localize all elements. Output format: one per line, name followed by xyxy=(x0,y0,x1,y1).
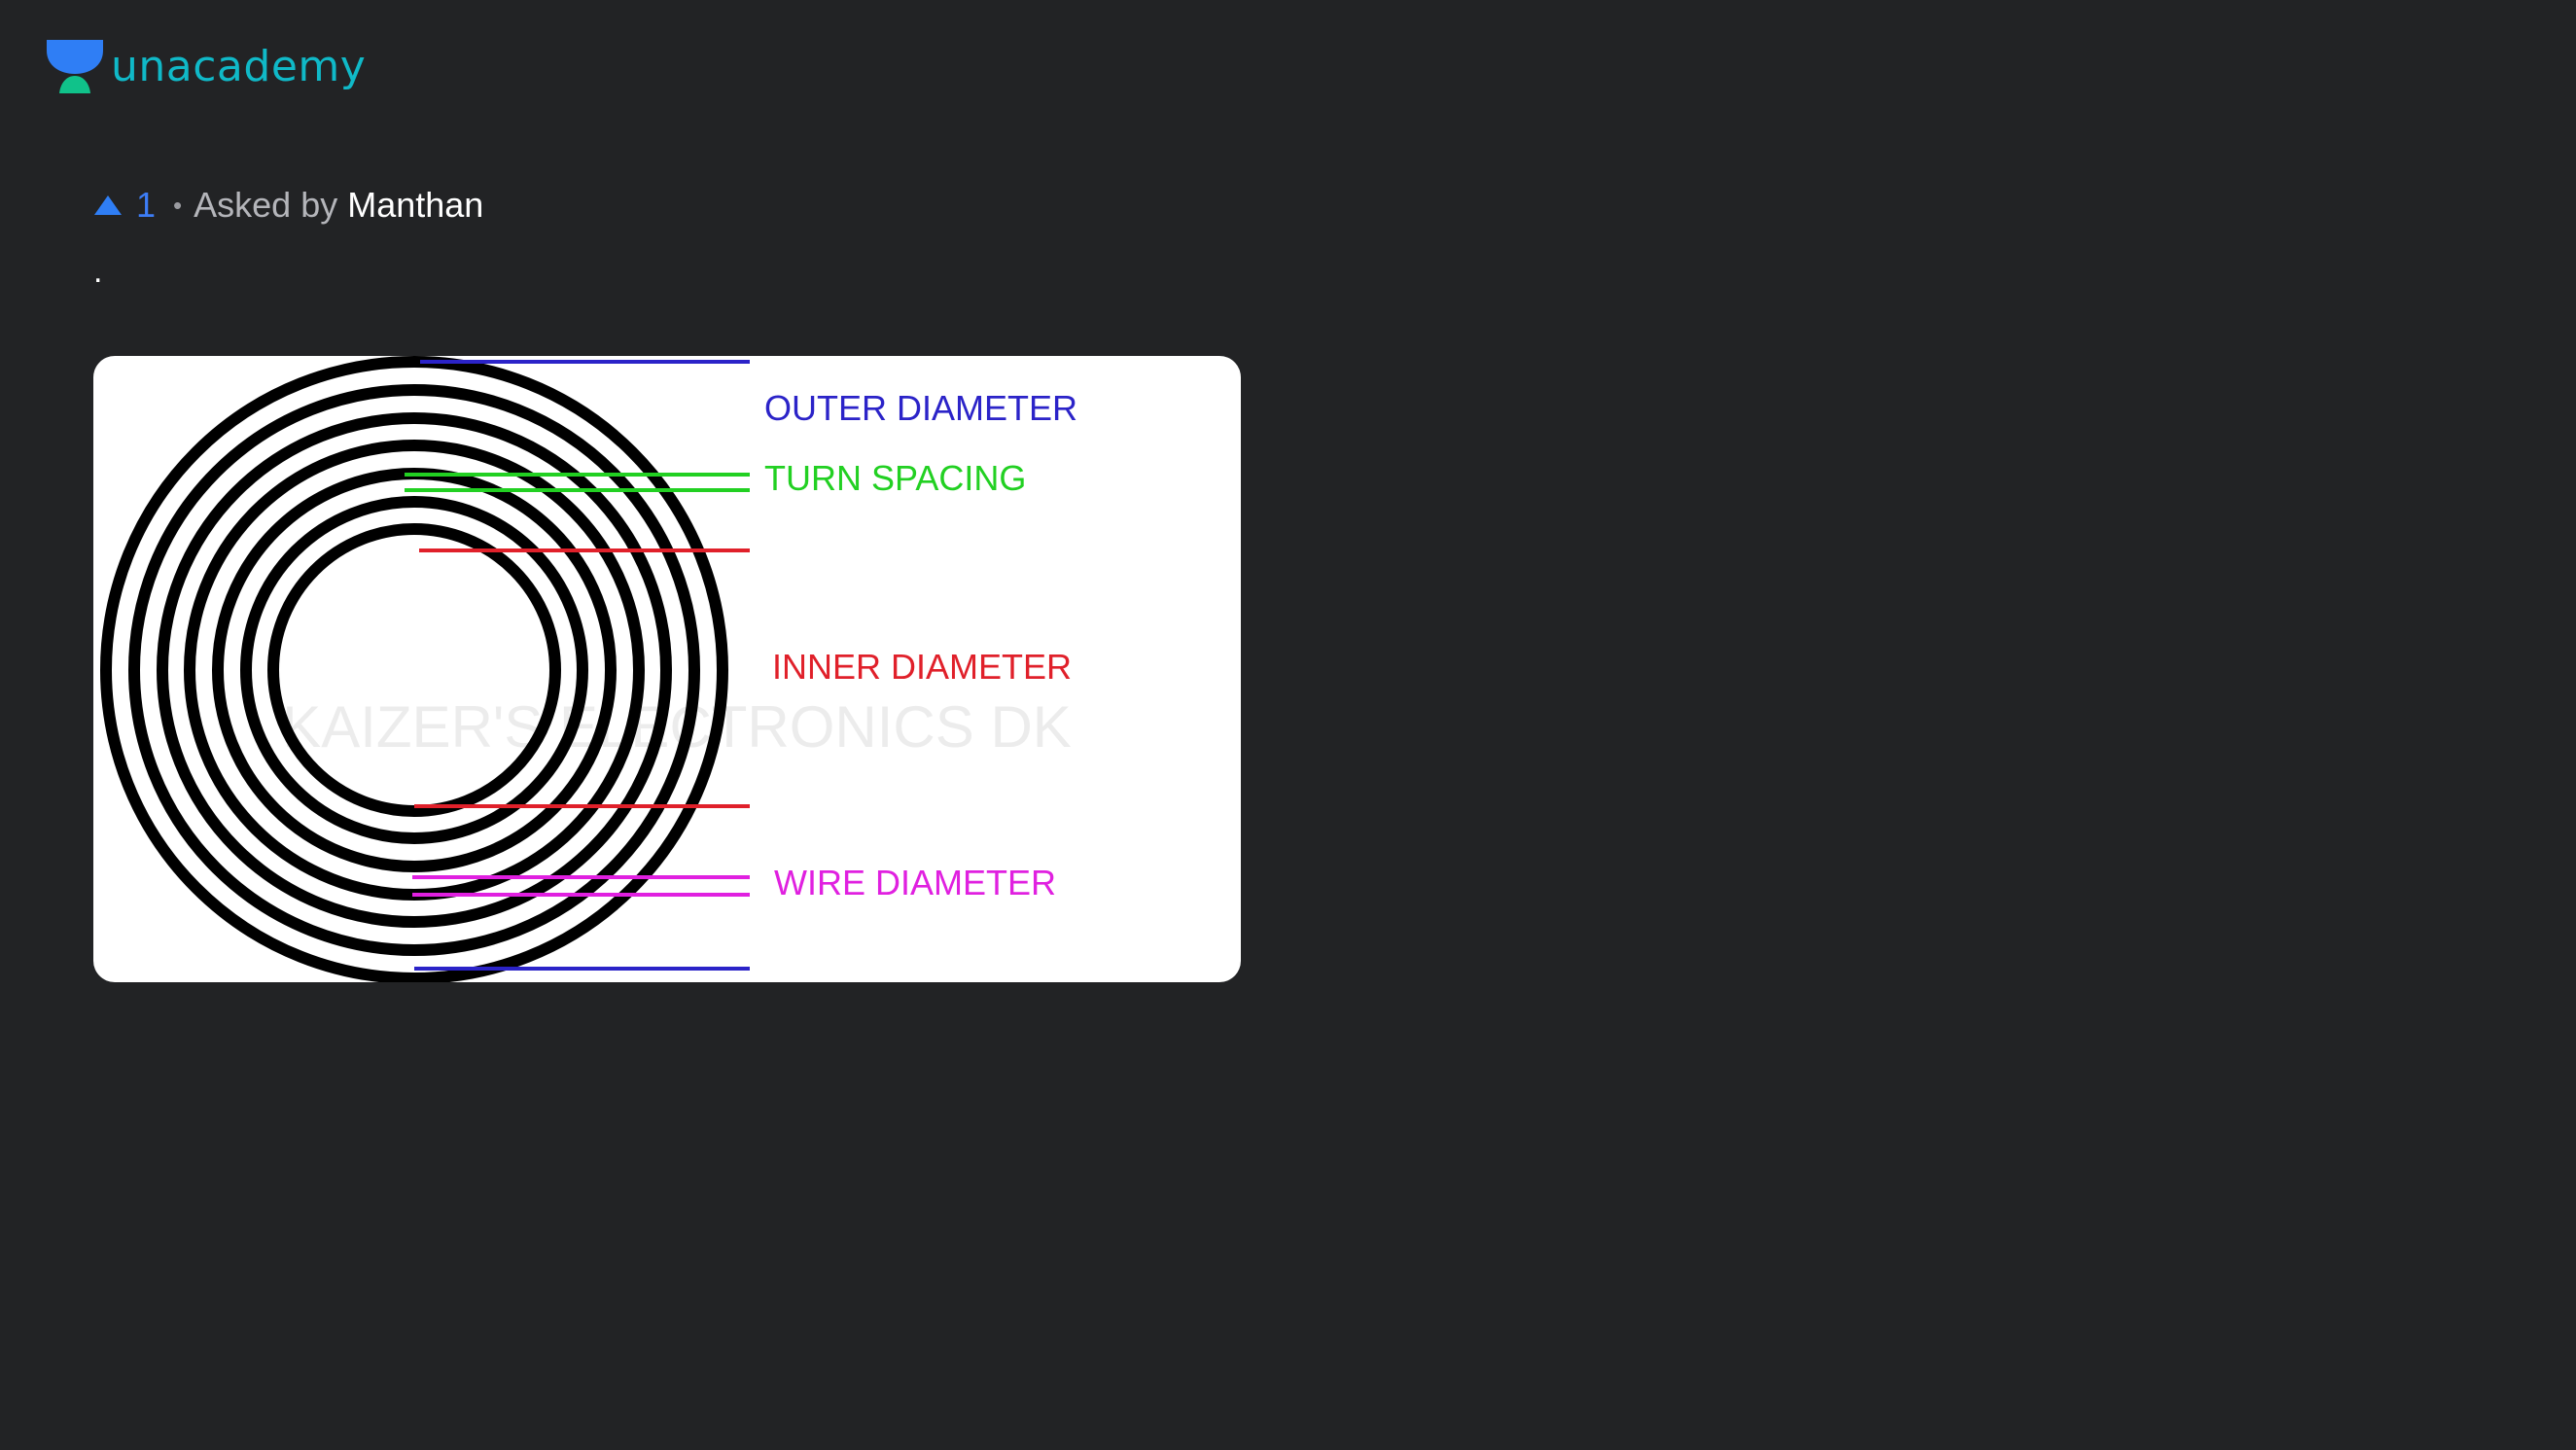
meta-separator: • xyxy=(173,191,183,220)
asker-name[interactable]: Manthan xyxy=(347,188,483,223)
outer-diameter-label: OUTER DIAMETER xyxy=(764,388,1077,428)
turn-spacing-label: TURN SPACING xyxy=(764,458,1026,498)
question-text: . xyxy=(93,253,103,290)
inner-diameter-label: INNER DIAMETER xyxy=(772,647,1072,687)
asked-by-label: Asked by xyxy=(194,185,338,225)
question-image[interactable]: KAIZER'S ELECTRONICS DK OUTER DIAMETER T… xyxy=(93,356,1241,982)
spiral-coil-diagram: KAIZER'S ELECTRONICS DK OUTER DIAMETER T… xyxy=(100,356,1077,982)
upvote-count: 1 xyxy=(136,185,157,225)
page: unacademy 1 • Asked by Manthan . KAIZER'… xyxy=(0,0,2576,1450)
brand-name: unacademy xyxy=(111,42,367,91)
coil-rings xyxy=(100,356,728,982)
unacademy-logo[interactable]: unacademy xyxy=(45,37,366,97)
upvote-triangle-icon[interactable] xyxy=(93,194,123,217)
unacademy-logo-icon xyxy=(47,40,103,93)
question-meta: 1 • Asked by Manthan xyxy=(93,188,483,223)
wire-diameter-label: WIRE DIAMETER xyxy=(774,863,1056,902)
